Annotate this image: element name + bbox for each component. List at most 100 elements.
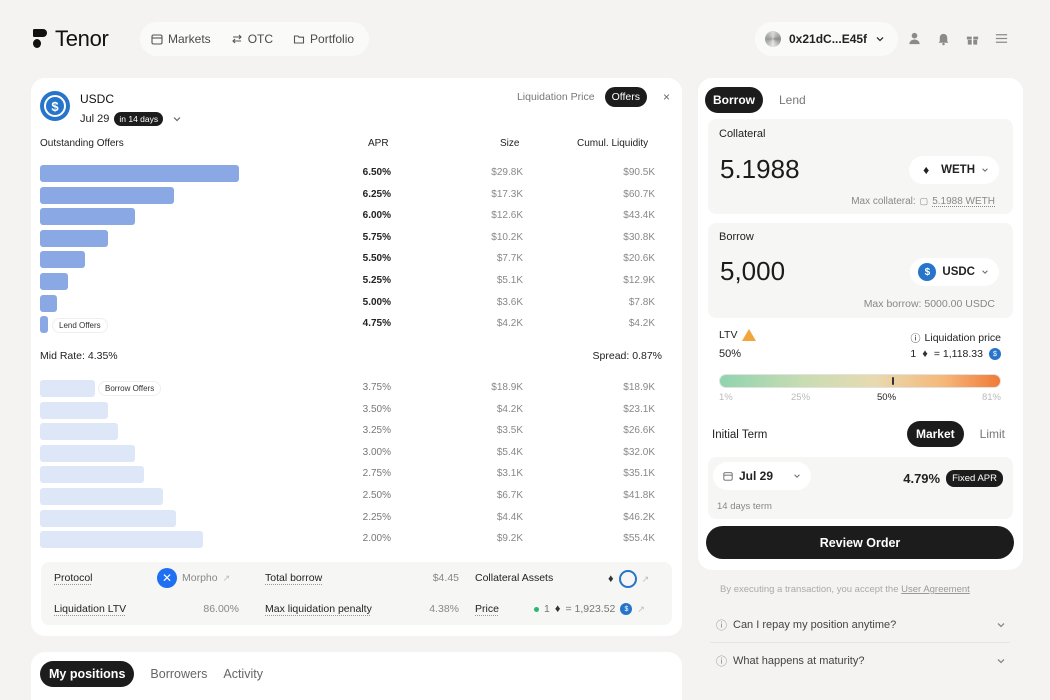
price-rhs: = 1,923.52 xyxy=(565,603,615,615)
offer-row[interactable]: 2.00% $9.2K $55.4K xyxy=(31,530,682,552)
price-value: 1 ♦ = 1,923.52 $ ↗ xyxy=(534,603,645,615)
eth-icon: ♦ xyxy=(917,161,935,179)
nav-otc[interactable]: OTC xyxy=(231,32,273,46)
offer-row[interactable]: 6.50% $29.8K $90.5K xyxy=(31,164,682,186)
protocol-value[interactable]: ✕ Morpho ↗ xyxy=(157,568,230,588)
offer-apr: 6.00% xyxy=(331,210,391,221)
offer-row[interactable]: 6.00% $12.6K $43.4K xyxy=(31,207,682,229)
faq-item[interactable]: ⓘ Can I repay my position anytime? xyxy=(716,617,1006,633)
offer-row[interactable]: 5.75% $10.2K $30.8K xyxy=(31,229,682,251)
view-toggle: Liquidation Price Offers × xyxy=(517,87,670,107)
tab-limit[interactable]: Limit xyxy=(980,427,1005,441)
warning-icon xyxy=(742,329,756,341)
collateral-box: Collateral 5.1988 ♦ WETH Max collateral:… xyxy=(708,119,1013,214)
liq-price-rhs: = 1,118.33 xyxy=(934,348,983,360)
disclaimer: By executing a transaction, you accept t… xyxy=(720,584,970,595)
collateral-token-selector[interactable]: ♦ WETH xyxy=(909,156,999,184)
borrow-amount-input[interactable]: 5,000 xyxy=(720,256,785,287)
offer-size: $29.8K xyxy=(463,167,523,178)
offer-row[interactable]: 6.25% $17.3K $60.7K xyxy=(31,186,682,208)
offer-size: $3.5K xyxy=(463,425,523,436)
liquidation-price-label-wrap: ⓘ Liquidation price xyxy=(911,330,1001,345)
chevron-down-icon xyxy=(172,114,182,124)
tab-lend[interactable]: Lend xyxy=(779,93,806,107)
tab-borrow[interactable]: Borrow xyxy=(705,87,763,113)
disclaimer-text: By executing a transaction, you accept t… xyxy=(720,584,899,595)
ltv-gauge-marker[interactable] xyxy=(892,377,894,385)
offer-apr: 3.50% xyxy=(331,404,391,415)
usdc-coin-icon: $ xyxy=(40,91,70,121)
offer-row[interactable]: 2.50% $6.7K $41.8K xyxy=(31,487,682,509)
info-icon: ⓘ xyxy=(716,653,727,669)
fixed-apr-badge: Fixed APR xyxy=(946,470,1003,487)
offer-cumulative: $20.6K xyxy=(585,253,655,264)
faq-item[interactable]: ⓘ What happens at maturity? xyxy=(716,653,1006,669)
offer-depth-bar xyxy=(40,273,68,290)
offer-size: $4.2K xyxy=(463,404,523,415)
offer-apr: 5.25% xyxy=(331,275,391,286)
mid-rate: Mid Rate: 4.35% xyxy=(40,350,118,362)
nav-portfolio-label: Portfolio xyxy=(310,32,354,46)
offer-size: $3.1K xyxy=(463,468,523,479)
nav-markets[interactable]: Markets xyxy=(151,32,211,46)
chevron-down-icon xyxy=(996,620,1006,630)
status-dot xyxy=(534,607,539,612)
market-info: Protocol ✕ Morpho ↗ Total borrow $4.45 C… xyxy=(41,562,672,625)
gauge-tick: 81% xyxy=(982,392,1001,403)
term-date: Jul 29 xyxy=(739,469,773,483)
info-icon: ⓘ xyxy=(716,617,727,633)
term-date-selector[interactable]: Jul 29 xyxy=(713,462,811,490)
tab-borrowers[interactable]: Borrowers xyxy=(150,667,207,681)
wallet-button[interactable]: 0x21dC...E45f xyxy=(755,22,898,56)
offer-depth-bar xyxy=(40,531,203,548)
offer-apr: 5.00% xyxy=(331,297,391,308)
offer-row[interactable]: 2.25% $4.4K $46.2K xyxy=(31,509,682,531)
borrow-token-selector[interactable]: $ USDC xyxy=(910,258,999,286)
review-order-button[interactable]: Review Order xyxy=(706,526,1014,559)
gift-icon[interactable] xyxy=(964,30,980,46)
offer-row[interactable]: 2.75% $3.1K $35.1K xyxy=(31,465,682,487)
tab-activity[interactable]: Activity xyxy=(223,667,263,681)
protocol-name: Morpho xyxy=(182,572,218,584)
wallet-address: 0x21dC...E45f xyxy=(789,32,867,46)
total-borrow-value: $4.45 xyxy=(401,572,459,584)
offer-apr: 5.50% xyxy=(331,253,391,264)
liquidation-ltv-label: Liquidation LTV xyxy=(54,603,126,615)
price-lhs: 1 xyxy=(544,603,550,615)
collateral-amount-input[interactable]: 5.1988 xyxy=(720,154,800,185)
tab-offers[interactable]: Offers xyxy=(605,87,647,107)
maturity-selector[interactable]: Jul 29 in 14 days xyxy=(80,112,182,126)
offer-row[interactable]: 3.00% $5.4K $32.0K xyxy=(31,444,682,466)
eth-icon: ♦ xyxy=(608,573,614,585)
wsteth-icon xyxy=(619,570,637,588)
tab-my-positions[interactable]: My positions xyxy=(40,661,134,687)
tab-market[interactable]: Market xyxy=(907,421,964,447)
ltv-gauge[interactable] xyxy=(719,374,1001,388)
offer-row[interactable]: 5.00% $3.6K $7.8K xyxy=(31,294,682,316)
offer-row[interactable]: 4.75% $4.2K $4.2K xyxy=(31,315,682,337)
offer-row[interactable]: 3.25% $3.5K $26.6K xyxy=(31,422,682,444)
calendar-icon xyxy=(151,33,163,45)
menu-icon[interactable] xyxy=(993,30,1009,46)
max-collateral[interactable]: Max collateral: ▢ 5.1988 WETH xyxy=(851,196,995,207)
offer-cumulative: $43.4K xyxy=(585,210,655,221)
user-agreement-link[interactable]: User Agreement xyxy=(901,584,970,595)
offer-row[interactable]: 5.50% $7.7K $20.6K xyxy=(31,250,682,272)
chevron-down-icon xyxy=(875,34,885,44)
offer-row[interactable]: 3.50% $4.2K $23.1K xyxy=(31,401,682,423)
tab-liquidation-price[interactable]: Liquidation Price xyxy=(517,91,595,103)
chevron-down-icon xyxy=(981,166,989,174)
offer-apr: 4.75% xyxy=(331,318,391,329)
gauge-tick: 25% xyxy=(791,392,810,403)
offer-cumulative: $35.1K xyxy=(585,468,655,479)
close-icon[interactable]: × xyxy=(663,90,670,104)
offer-row[interactable]: 5.25% $5.1K $12.9K xyxy=(31,272,682,294)
positions-tabs: My positions Borrowers Activity xyxy=(40,661,263,687)
brand-logo[interactable]: Tenor xyxy=(33,26,109,52)
wallet-avatar xyxy=(765,31,781,47)
nav-portfolio[interactable]: Portfolio xyxy=(293,32,354,46)
user-icon[interactable] xyxy=(906,30,922,46)
bell-icon[interactable] xyxy=(935,30,951,46)
offer-depth-bar xyxy=(40,251,85,268)
collateral-label: Collateral xyxy=(719,128,765,140)
